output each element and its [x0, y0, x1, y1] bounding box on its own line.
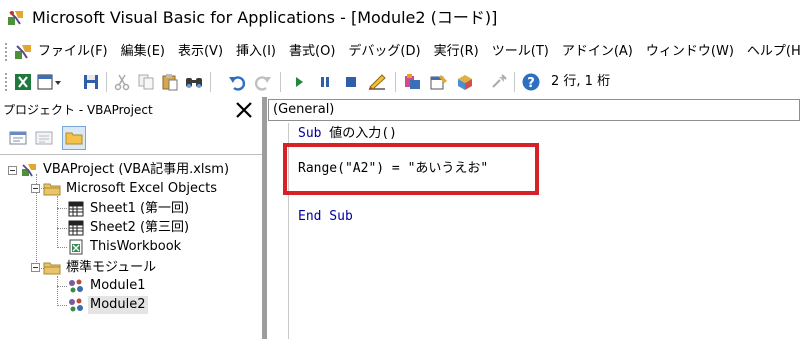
tree-label: Sheet2 (第三回) — [90, 220, 190, 235]
vba-app-icon[interactable] — [6, 8, 26, 28]
tree-label: Module1 — [90, 278, 146, 293]
paste-icon[interactable] — [159, 71, 181, 93]
toolbar-separator — [280, 72, 281, 92]
menu-addins[interactable]: アドイン(A) — [562, 42, 633, 62]
tree-node-sheet1[interactable]: Sheet1 (第一回) — [67, 199, 191, 219]
module-icon — [67, 297, 85, 313]
toolbox-icon[interactable] — [488, 71, 510, 93]
menu-items: ファイル(F) 編集(E) 表示(V) 挿入(I) 書式(O) デバッグ(D) … — [38, 42, 800, 62]
code-line-end-sub: End Sub — [298, 209, 353, 224]
folder-icon — [43, 260, 61, 276]
explorer-divider — [0, 154, 262, 155]
tree-label: Microsoft Excel Objects — [66, 181, 217, 196]
tree-label: VBAProject (VBA記事用.xlsm) — [43, 162, 230, 177]
tree-node-module1[interactable]: Module1 — [67, 276, 148, 296]
copy-icon[interactable] — [135, 71, 157, 93]
tree-node-module2[interactable]: Module2 — [67, 295, 148, 315]
menu-format[interactable]: 書式(O) — [289, 42, 335, 62]
save-icon[interactable] — [80, 71, 102, 93]
worksheet-icon — [67, 220, 85, 236]
find-icon[interactable] — [183, 71, 205, 93]
project-explorer-title: プロジェクト - VBAProject — [3, 103, 153, 117]
menu-help[interactable]: ヘルプ(H) — [747, 42, 800, 62]
vba-menu-icon[interactable] — [12, 42, 34, 62]
object-combo-value: (General) — [273, 102, 335, 117]
toolbar-separator — [210, 72, 211, 92]
tree-connector — [57, 228, 67, 229]
excel-view-icon[interactable] — [12, 71, 34, 93]
toolbar-separator — [395, 72, 396, 92]
menu-bar: ファイル(F) 編集(E) 表示(V) 挿入(I) 書式(O) デバッグ(D) … — [0, 38, 800, 66]
tree-node-sheet2[interactable]: Sheet2 (第三回) — [67, 218, 191, 238]
break-icon[interactable] — [314, 71, 336, 93]
tree-connector — [57, 247, 67, 248]
toggle-folders-button[interactable] — [62, 126, 86, 150]
design-mode-icon[interactable] — [366, 71, 388, 93]
procedure-name: 値の入力() — [321, 126, 397, 141]
project-explorer-titlebar: プロジェクト - VBAProject — [0, 99, 260, 121]
object-browser-icon[interactable] — [454, 71, 476, 93]
menu-window[interactable]: ウィンドウ(W) — [646, 42, 734, 62]
menubar-grip[interactable] — [4, 42, 8, 62]
tree-node-thisworkbook[interactable]: ThisWorkbook — [67, 237, 183, 257]
tree-connector — [57, 276, 58, 306]
redo-icon[interactable] — [252, 71, 274, 93]
toolbar-separator — [106, 72, 107, 92]
tree-node-project[interactable]: VBAProject (VBA記事用.xlsm) — [20, 160, 231, 180]
collapse-toggle[interactable] — [31, 184, 40, 193]
collapse-toggle[interactable] — [31, 263, 40, 272]
project-tree: VBAProject (VBA記事用.xlsm) Microsoft Excel… — [0, 158, 262, 339]
view-object-button[interactable] — [32, 126, 56, 150]
close-icon[interactable] — [233, 99, 255, 121]
collapse-toggle[interactable] — [8, 166, 17, 175]
svg-text:?: ? — [527, 76, 535, 91]
reset-icon[interactable] — [340, 71, 362, 93]
cursor-position: 2 行, 1 桁 — [551, 74, 611, 89]
help-icon[interactable]: ? — [520, 71, 542, 93]
tree-label: ThisWorkbook — [90, 239, 182, 254]
tree-label: Sheet1 (第一回) — [90, 201, 190, 216]
run-icon[interactable] — [288, 71, 310, 93]
menu-debug[interactable]: デバッグ(D) — [348, 42, 420, 62]
properties-icon[interactable] — [428, 71, 450, 93]
menu-run[interactable]: 実行(R) — [434, 42, 479, 62]
view-code-button[interactable] — [6, 126, 30, 150]
project-explorer-toolbar — [0, 123, 260, 153]
menu-file[interactable]: ファイル(F) — [38, 42, 108, 62]
tree-label: 標準モジュール — [66, 260, 157, 275]
object-combo[interactable]: (General) — [268, 99, 800, 121]
vba-project-icon — [20, 162, 38, 178]
project-explorer-icon[interactable] — [402, 71, 424, 93]
module-icon — [67, 278, 85, 294]
cut-icon[interactable] — [111, 71, 133, 93]
menu-edit[interactable]: 編集(E) — [121, 42, 165, 62]
tree-connector — [57, 286, 67, 287]
tree-connector — [57, 208, 67, 209]
pane-splitter[interactable] — [262, 97, 267, 339]
tree-node-standard-modules[interactable]: 標準モジュール — [43, 258, 158, 278]
undo-icon[interactable] — [226, 71, 248, 93]
workbook-icon — [67, 239, 85, 255]
window-title: Microsoft Visual Basic for Applications … — [32, 8, 498, 27]
toolbar-grip[interactable] — [4, 72, 8, 92]
folder-icon — [43, 181, 61, 197]
keyword-sub: Sub — [298, 126, 322, 141]
toolbar-separator — [514, 72, 515, 92]
standard-toolbar: ? 2 行, 1 桁 — [0, 68, 800, 96]
title-bar: Microsoft Visual Basic for Applications … — [0, 0, 800, 36]
tree-connector — [57, 305, 67, 306]
menu-view[interactable]: 表示(V) — [178, 42, 223, 62]
code-line-1: Sub 値の入力() — [298, 125, 397, 143]
menu-tools[interactable]: ツール(T) — [492, 42, 549, 62]
worksheet-icon — [67, 201, 85, 217]
highlight-annotation — [283, 143, 539, 195]
tree-node-excel-objects[interactable]: Microsoft Excel Objects — [43, 179, 219, 199]
menu-insert[interactable]: 挿入(I) — [236, 42, 276, 62]
tree-label: Module2 — [88, 296, 148, 314]
insert-module-icon[interactable] — [36, 71, 62, 93]
tree-connector — [57, 196, 58, 248]
